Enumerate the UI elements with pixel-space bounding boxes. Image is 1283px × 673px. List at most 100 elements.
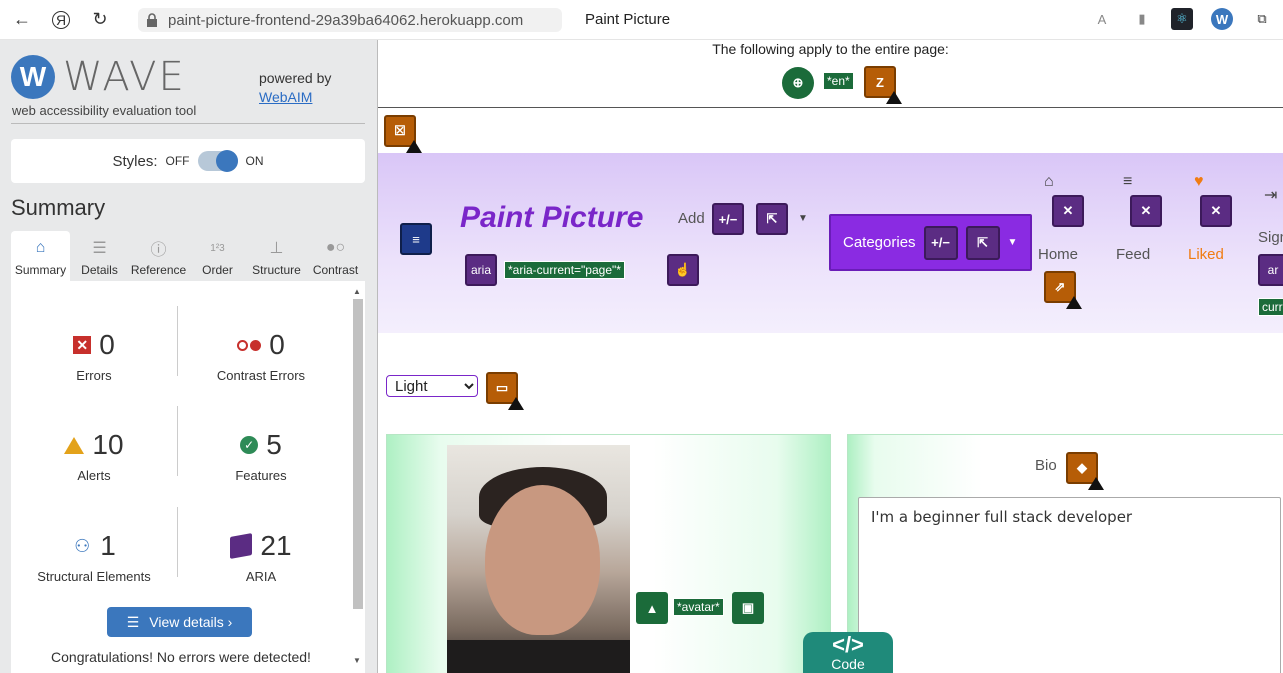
hidden-label-icon[interactable]: ✕ [1130,195,1162,227]
translate-icon[interactable]: A [1091,8,1113,30]
page-wide-notice: The following apply to the entire page: [712,41,949,57]
redundant-link-icon[interactable]: ☒ [384,115,422,153]
url-text: paint-picture-frontend-29a39ba64062.hero… [168,11,524,29]
panel-scrollbar[interactable]: ▲ ▼ [351,287,363,665]
tab-summary[interactable]: ⌂ Summary [11,231,70,281]
contrast-error-icon [237,339,262,351]
feed-icon: ≡ [1123,173,1133,190]
bookmark-icon[interactable]: ▮ [1131,8,1153,30]
tab-reference[interactable]: ⓘ Reference [129,231,188,281]
no-heading-structure-icon[interactable]: Z [864,66,902,104]
tab-label: Order [202,263,233,277]
tab-structure[interactable]: ⊥ Structure [247,231,306,281]
congrats-message: Congratulations! No errors were detected… [51,649,311,665]
styles-label: Styles: [112,152,158,170]
features-count: 5 [266,429,282,460]
structural-label: Structural Elements [37,569,151,584]
aria-popup-icon[interactable]: ⇱ [756,203,788,235]
home-icon: ⌂ [35,239,46,256]
nav-home[interactable]: Home [1038,246,1078,263]
code-button[interactable]: </> Code [803,632,893,673]
aria-current-tag[interactable]: *aria-current="page"* [504,261,625,279]
nav-feed[interactable]: Feed [1116,246,1150,263]
contrast-count: 0 [269,329,285,360]
bio-textarea[interactable]: I'm a beginner full stack developer [858,497,1281,673]
nav-menu-icon[interactable]: ≡ [400,223,432,255]
tab-label: Summary [14,263,67,277]
suspicious-link-icon[interactable]: ⇗ [1044,271,1082,309]
tab-label: Reference [130,263,187,277]
nav-liked[interactable]: Liked [1188,246,1224,263]
aria-stat[interactable]: 21 ARIA [178,527,344,607]
aria-expanded-icon: +/− [923,225,958,260]
tab-order[interactable]: 1²3 Order [188,231,247,281]
contrast-label: Contrast Errors [216,368,306,383]
wave-extension-icon[interactable]: W [1211,8,1233,30]
aria-tag-icon[interactable]: ar [1258,254,1283,286]
structure-icon: ⊥ [269,240,284,257]
contrast-icon: ●○ [325,239,346,256]
tab-details[interactable]: ☰ Details [70,231,129,281]
extensions-icon[interactable]: ⧉ [1251,8,1273,30]
tag-icon[interactable]: ◆ [1066,452,1104,490]
scroll-up-icon[interactable]: ▲ [353,287,361,296]
categories-button[interactable]: Categories +/− ⇱ ▼ [829,214,1032,271]
aria-current-tag[interactable]: curr [1258,298,1283,316]
avatar [447,445,630,673]
yandex-icon[interactable]: Я [52,10,70,29]
add-label[interactable]: Add [678,210,705,227]
address-bar[interactable]: paint-picture-frontend-29a39ba64062.hero… [138,8,562,32]
structural-stat[interactable]: ⚇ 1 Structural Elements [11,527,177,607]
styles-toggle[interactable] [197,150,238,172]
feature-check-icon: ✓ [240,436,259,454]
lock-icon [147,13,157,27]
aria-label: ARIA [245,569,277,584]
powered-by-text: powered by [259,70,332,86]
code-icon: </> [832,632,864,657]
errors-count: 0 [99,329,115,360]
figure-icon[interactable]: ▣ [732,592,764,624]
scroll-down-icon[interactable]: ▼ [353,656,361,665]
lang-tag[interactable]: *en* [823,72,854,90]
aria-expanded-icon[interactable]: +/− [712,203,744,235]
features-label: Features [235,468,287,483]
categories-label: Categories [843,234,916,251]
brand-logo[interactable]: Paint Picture [460,201,643,235]
globe-icon[interactable]: ⊕ [782,67,814,99]
wave-subtitle: web accessibility evaluation tool [12,103,197,118]
home-icon: ⌂ [1044,173,1054,190]
sign-out-icon: ⇥ [1264,187,1278,204]
alerts-stat[interactable]: 10 Alerts [11,426,177,506]
aria-tag-icon[interactable]: aria [465,254,497,286]
view-details-label: View details › [149,614,233,630]
aria-count: 21 [260,530,292,561]
page-divider [378,107,1283,108]
errors-stat[interactable]: ✕ 0 Errors [11,326,177,406]
back-icon[interactable]: ← [10,8,34,32]
features-stat[interactable]: ✓ 5 Features [178,426,344,506]
structure-icon: ⚇ [74,535,91,556]
react-devtools-icon[interactable]: ⚛ [1171,8,1193,30]
tab-label: Details [81,263,118,277]
chevron-down-icon[interactable]: ▼ [798,213,808,224]
aria-button-icon[interactable]: ☝ [667,254,699,286]
tab-contrast[interactable]: ●○ Contrast [306,231,365,281]
reload-icon[interactable]: ↻ [88,8,112,32]
webaim-link[interactable]: WebAIM [259,89,312,105]
styles-on-label: ON [245,154,264,168]
view-details-button[interactable]: ☰ View details › [107,607,252,637]
theme-select[interactable]: Light [386,375,478,397]
styles-off-label: OFF [165,154,190,168]
avatar-alt-tag[interactable]: *avatar* [673,598,724,616]
wave-logo-text: WAVE [63,54,186,100]
image-alt-icon[interactable]: ▲ [636,592,668,624]
hidden-label-icon[interactable]: ✕ [1200,195,1232,227]
list-icon: ☰ [126,613,140,630]
alert-icon [64,436,85,454]
nav-sign-out[interactable]: Sign [1258,229,1283,246]
list-icon: ☰ [92,240,107,257]
contrast-stat[interactable]: 0 Contrast Errors [178,326,344,406]
aria-icon [230,533,253,559]
hidden-label-icon[interactable]: ✕ [1052,195,1084,227]
select-missing-label-icon[interactable]: ▭ [486,372,524,410]
